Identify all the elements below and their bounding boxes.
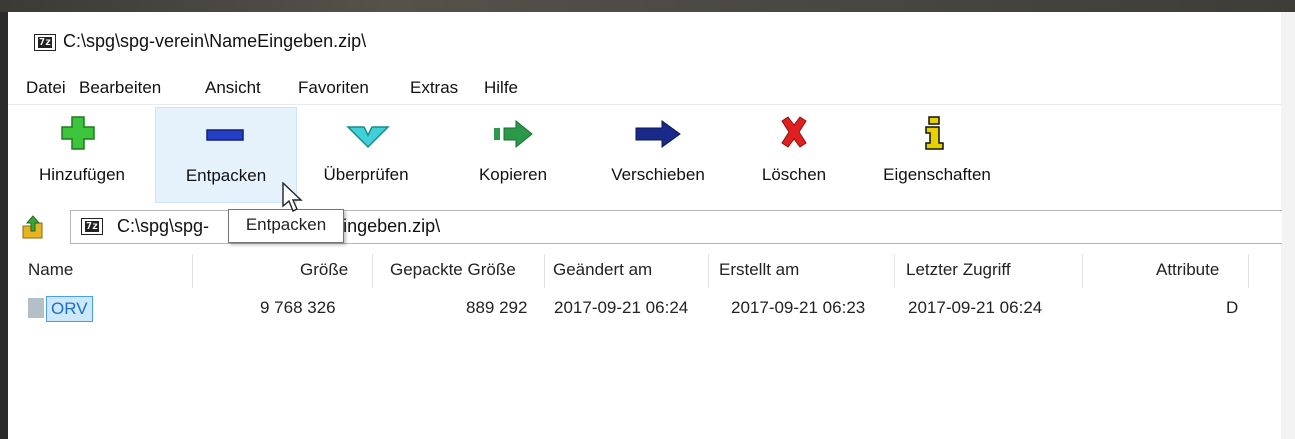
column-divider[interactable] [544, 254, 545, 288]
window-scroll-edge [1280, 12, 1295, 439]
blue-arrow-icon [635, 120, 681, 148]
toolbar: Hinzufügen Entpacken Überprüfen Kopieren [8, 104, 1281, 205]
desktop-background-strip [0, 0, 1295, 12]
properties-button[interactable]: Eigenschaften [866, 107, 1008, 201]
col-modified[interactable]: Geändert am [553, 252, 652, 288]
blue-minus-icon [206, 129, 244, 141]
extract-button[interactable]: Entpacken [155, 107, 297, 203]
col-last-access[interactable]: Letzter Zugriff [906, 252, 1011, 288]
path-text-start: C:\spg\spg- [117, 216, 210, 236]
title-bar: 7z C:\spg\spg-verein\NameEingeben.zip\ [8, 12, 1281, 68]
move-label: Verschieben [611, 165, 705, 184]
green-arrow-icon [494, 119, 533, 149]
column-divider[interactable] [1248, 254, 1249, 288]
extract-tooltip: Entpacken [228, 209, 344, 243]
red-x-icon [781, 116, 807, 148]
row-last-access: 2017-09-21 06:24 [908, 298, 1043, 317]
column-divider[interactable] [708, 254, 709, 288]
menu-extras[interactable]: Extras [410, 78, 458, 98]
menu-ansicht[interactable]: Ansicht [205, 78, 261, 98]
address-bar: 7z C:\spg\spg-eEingeben.zip\ [8, 206, 1282, 246]
cyan-check-icon [346, 126, 390, 149]
copy-label: Kopieren [478, 165, 548, 184]
desktop-edge [0, 12, 8, 439]
menu-bar: Datei Bearbeiten Ansicht Favoriten Extra… [8, 74, 1281, 104]
col-created[interactable]: Erstellt am [719, 252, 799, 288]
add-button[interactable]: Hinzufügen [20, 107, 144, 201]
row-packed-size: 889 292 [466, 298, 528, 317]
column-divider[interactable] [1082, 254, 1083, 288]
table-row[interactable]: ORV 9 768 326 889 292 2017-09-21 06:24 2… [8, 292, 1281, 324]
extract-label: Entpacken [185, 166, 267, 185]
delete-label: Löschen [761, 165, 827, 184]
col-size[interactable]: Größe [300, 252, 348, 288]
move-button[interactable]: Verschieben [592, 107, 724, 201]
info-icon [925, 116, 944, 150]
row-attributes: D [1226, 298, 1239, 317]
folder-up-icon[interactable] [20, 212, 46, 240]
properties-label: Eigenschaften [883, 165, 991, 184]
row-size: 9 768 326 [260, 298, 336, 317]
menu-bearbeiten[interactable]: Bearbeiten [79, 78, 161, 98]
col-packed-size[interactable]: Gepackte Größe [390, 252, 516, 288]
add-label: Hinzufügen [38, 165, 125, 184]
menu-favoriten[interactable]: Favoriten [298, 78, 369, 98]
delete-button[interactable]: Löschen [748, 107, 840, 201]
row-created: 2017-09-21 06:23 [731, 298, 866, 317]
green-plus-icon [61, 116, 95, 150]
test-button[interactable]: Überprüfen [308, 107, 424, 201]
7zip-path-icon: 7z [81, 218, 103, 235]
folder-icon [28, 298, 44, 318]
7zip-app-icon: 7z [34, 34, 56, 51]
col-name[interactable]: Name [28, 252, 73, 288]
menu-hilfe[interactable]: Hilfe [484, 78, 518, 98]
mouse-pointer-icon [282, 182, 303, 212]
row-modified: 2017-09-21 06:24 [554, 298, 689, 317]
window-title: C:\spg\spg-verein\NameEingeben.zip\ [63, 31, 367, 51]
column-header: Name Größe Gepackte Größe Geändert am Er… [8, 252, 1281, 288]
column-divider[interactable] [894, 254, 895, 288]
col-attributes[interactable]: Attribute [1156, 252, 1219, 288]
column-divider[interactable] [372, 254, 373, 288]
file-manager-window: 7z C:\spg\spg-verein\NameEingeben.zip\ D… [8, 12, 1282, 439]
row-name[interactable]: ORV [46, 296, 93, 322]
menu-datei[interactable]: Datei [26, 78, 66, 98]
test-label: Überprüfen [323, 165, 409, 184]
column-divider[interactable] [192, 254, 193, 288]
copy-button[interactable]: Kopieren [458, 107, 568, 201]
